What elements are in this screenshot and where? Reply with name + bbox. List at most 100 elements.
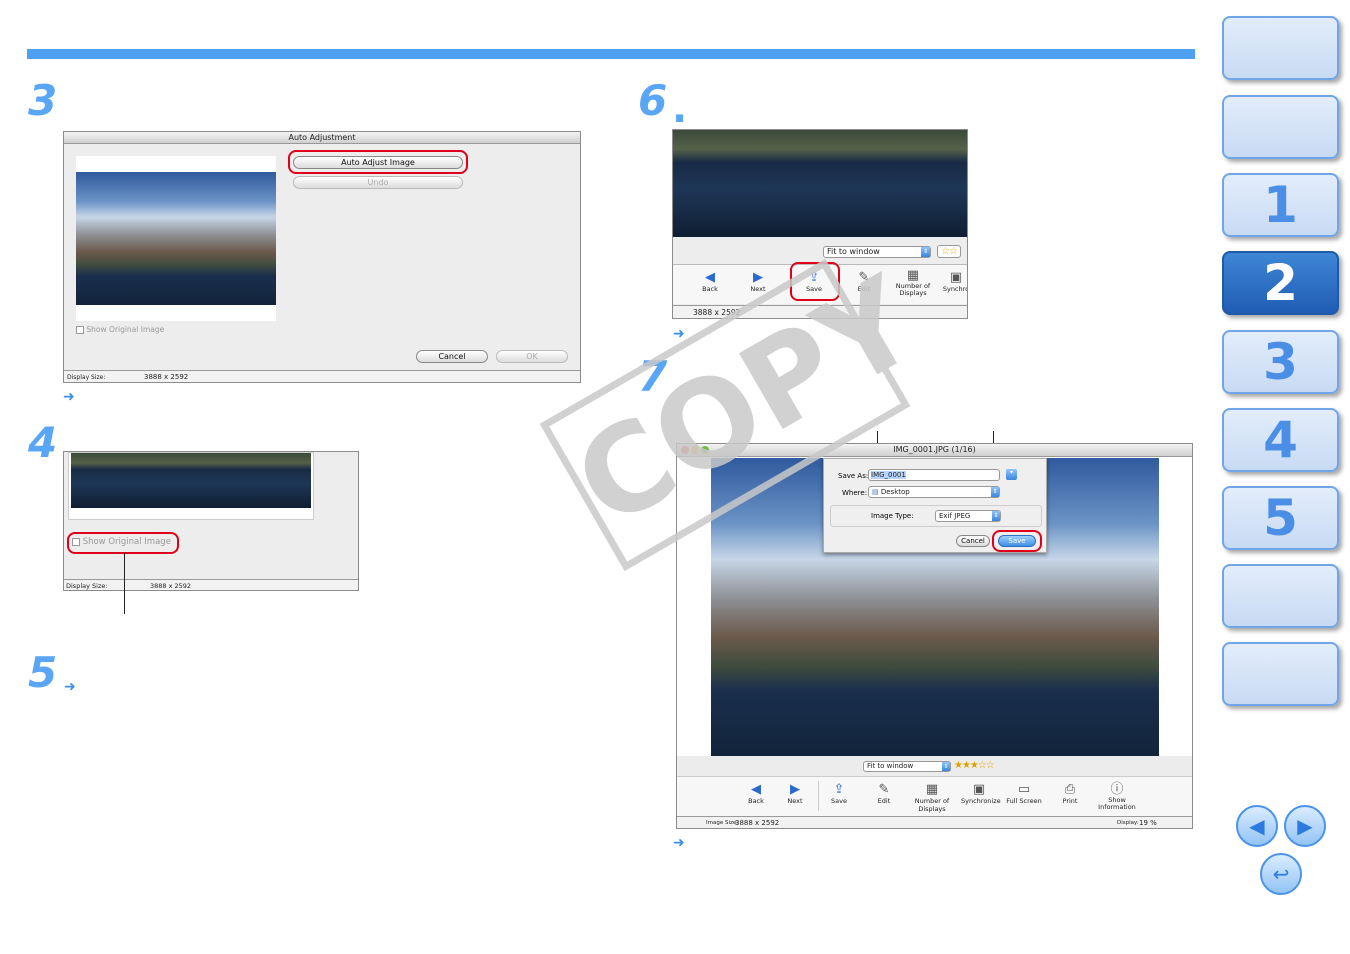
fit-select-label: Fit to window (867, 762, 914, 770)
synchronize-icon: ▣ (972, 782, 986, 797)
fit-select[interactable]: Fit to window ⇕ (863, 761, 951, 772)
back-button[interactable]: ◀ Back (695, 270, 725, 294)
next-button[interactable]: ▶ Next (782, 782, 808, 806)
tab-chapter-5[interactable]: 5 (1222, 486, 1339, 550)
where-select[interactable]: ▤ Desktop ⇕ (868, 486, 1000, 498)
show-original-option[interactable]: Show Original Image (76, 325, 164, 334)
select-arrow-icon: ⇕ (992, 511, 1000, 521)
result-arrow: ➜ (673, 835, 685, 851)
step-4-number: 4 (28, 418, 58, 467)
image-type-group: Image Type: Exif JPEG ⇕ (830, 505, 1042, 527)
tab-chapter-4[interactable]: 4 (1222, 408, 1339, 472)
show-original-label: Show Original Image (86, 325, 165, 334)
back-icon: ◀ (705, 270, 715, 285)
full-screen-icon: ▭ (1017, 782, 1031, 797)
next-label: Next (787, 797, 803, 805)
rating-stars[interactable]: ★★★☆☆ (954, 760, 995, 771)
show-original-option[interactable]: Show Original Image (72, 537, 171, 547)
tab-chapter-2[interactable]: 2 (1222, 251, 1339, 315)
print-label: Print (1062, 797, 1078, 805)
image-type-select[interactable]: Exif JPEG ⇕ (935, 510, 1001, 522)
prev-page-icon[interactable]: ◀ (1236, 805, 1278, 847)
where-label: Where: (842, 489, 868, 497)
select-arrow-icon: ⇕ (921, 247, 930, 257)
toolbar-divider (818, 781, 819, 811)
image-size-value: 3888 x 2592 (735, 819, 780, 827)
auto-adjust-image-button[interactable]: Auto Adjust Image (293, 156, 463, 169)
number-of-displays-label: Number of Displays (895, 282, 931, 297)
displays-icon: ▦ (906, 268, 920, 283)
tab-reference[interactable] (1222, 564, 1339, 628)
status-bar: Image Size: 3888 x 2592 Display: 19 % (677, 816, 1192, 828)
save-label: Save (831, 797, 847, 805)
tab-introduction[interactable] (1222, 95, 1339, 159)
info-icon: ⓘ (1110, 782, 1124, 797)
cancel-button[interactable]: Cancel (956, 535, 990, 547)
window-title: IMG_0001.JPG (1/16) (893, 445, 976, 454)
expand-icon[interactable]: ▾ (1006, 469, 1017, 480)
save-sheet: Save As: IMG_0001 ▾ Where: ▤ Desktop ⇕ I… (823, 458, 1047, 553)
display-size-value: 3888 x 2592 (144, 373, 189, 381)
back-icon: ◀ (751, 782, 761, 797)
step-5-number: 5 (28, 648, 58, 697)
synchronize-label: Synchronize (961, 797, 1001, 805)
next-icon: ▶ (753, 270, 763, 285)
select-arrow-icon: ⇕ (991, 487, 999, 497)
result-arrow: ➜ (64, 679, 76, 695)
rating-stars[interactable]: ☆☆ (937, 245, 961, 258)
show-original-crop: Show Original Image Display Size: 3888 x… (63, 451, 359, 591)
save-button[interactable]: Save (998, 535, 1036, 547)
callout-line (124, 553, 125, 614)
filename-input[interactable]: IMG_0001 (868, 469, 1000, 481)
synchronize-button[interactable]: ▣ Synchro (941, 271, 967, 294)
show-information-label: Show Information (1098, 796, 1136, 811)
show-information-button[interactable]: ⓘ Show Information (1097, 783, 1137, 811)
cancel-button[interactable]: Cancel (416, 350, 488, 363)
next-button[interactable]: ▶ Next (743, 270, 773, 294)
toolbar: ◀ Back ▶ Next ⇪ Save ✎ Edit ▦ Number of Displ… (677, 776, 1192, 816)
back-label: Back (748, 797, 764, 805)
back-button[interactable]: ◀ Back (743, 782, 769, 806)
auto-adjustment-dialog: Auto Adjustment Auto Adjust Image Undo S… (63, 131, 581, 383)
tab-index[interactable] (1222, 642, 1339, 706)
display-size-label: Display Size: (67, 374, 106, 381)
number-of-displays-button[interactable]: ▦ Number of Displays (891, 269, 935, 297)
viewer-image (673, 130, 967, 237)
tab-contents[interactable] (1222, 16, 1339, 80)
image-size-label: Image Size: (706, 820, 739, 826)
edit-icon: ✎ (878, 782, 890, 797)
edit-button[interactable]: ✎ Edit (871, 782, 897, 806)
display-value: 19 % (1139, 819, 1157, 827)
displays-icon: ▦ (925, 782, 939, 797)
save-tool-button[interactable]: ⇪ Save (826, 782, 852, 806)
dialog-title: Auto Adjustment (64, 132, 580, 144)
step-3-number: 3 (28, 76, 58, 125)
print-button[interactable]: ⎙ Print (1057, 782, 1083, 806)
display-label: Display: (1117, 820, 1139, 826)
tab-chapter-3[interactable]: 3 (1222, 330, 1339, 394)
synchronize-button[interactable]: ▣ Synchronize (961, 782, 1001, 806)
print-icon: ⎙ (1064, 782, 1076, 797)
save-window: IMG_0001.JPG (1/16) Save As: IMG_0001 ▾ … (676, 443, 1193, 829)
status-bar: Display Size: 3888 x 2592 (64, 370, 580, 382)
tab-chapter-1[interactable]: 1 (1222, 173, 1339, 237)
fit-select[interactable]: Fit to window ⇕ (823, 246, 931, 258)
save-as-label: Save As: (838, 472, 869, 480)
show-original-checkbox[interactable] (76, 326, 84, 334)
return-icon[interactable]: ↩ (1260, 853, 1302, 895)
select-arrow-icon: ⇕ (942, 762, 950, 771)
show-original-checkbox[interactable] (72, 537, 80, 546)
ok-button[interactable]: OK (496, 350, 568, 363)
save-icon: ⇪ (833, 782, 845, 797)
preview-frame (68, 452, 314, 520)
back-label: Back (702, 285, 718, 293)
next-icon: ▶ (790, 782, 800, 797)
step-6-number: 6 (638, 76, 668, 125)
result-arrow: ➜ (63, 389, 75, 405)
status-bar: Display Size: 3888 x 2592 (64, 579, 358, 590)
next-page-icon[interactable]: ▶ (1284, 805, 1326, 847)
number-of-displays-button[interactable]: ▦ Number of Displays (905, 782, 959, 814)
display-size-label: Display Size: (66, 582, 108, 590)
full-screen-button[interactable]: ▭ Full Screen (1006, 782, 1042, 806)
undo-button[interactable]: Undo (293, 176, 463, 189)
